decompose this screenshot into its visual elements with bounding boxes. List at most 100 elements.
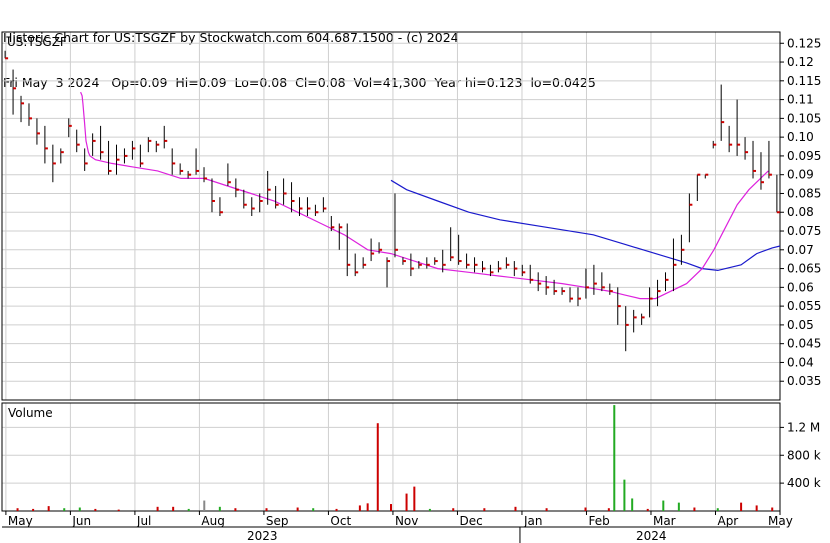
price-bar bbox=[537, 272, 542, 292]
price-bar bbox=[179, 163, 184, 175]
volume-bar bbox=[32, 508, 35, 511]
volume-bar bbox=[156, 506, 159, 511]
price-bar bbox=[617, 287, 621, 325]
price-tick-label: 0.065 bbox=[787, 262, 821, 276]
price-bar bbox=[569, 287, 574, 303]
price-tick-label: 0.125 bbox=[787, 36, 821, 50]
price-bar bbox=[426, 257, 430, 269]
volume-bar bbox=[265, 508, 268, 511]
price-bar bbox=[672, 238, 677, 292]
volume-bar bbox=[94, 508, 97, 511]
price-tick-label: 0.105 bbox=[787, 111, 821, 125]
volume-bar bbox=[405, 493, 408, 511]
price-bar bbox=[36, 118, 40, 145]
volume-label: Volume bbox=[8, 406, 53, 420]
price-bar bbox=[12, 69, 17, 115]
price-bar bbox=[641, 313, 645, 325]
price-bar bbox=[322, 197, 327, 213]
price-bar bbox=[314, 204, 319, 216]
volume-bar bbox=[63, 508, 66, 511]
price-bar bbox=[521, 264, 526, 277]
volume-bar bbox=[584, 507, 587, 511]
volume-bar bbox=[716, 508, 719, 511]
price-bar bbox=[466, 253, 470, 269]
price-bar bbox=[633, 309, 637, 333]
ma-short-line bbox=[80, 91, 769, 300]
volume-bar bbox=[452, 508, 455, 511]
month-label: Mar bbox=[653, 514, 676, 528]
price-tick-label: 0.035 bbox=[787, 374, 821, 388]
volume-bar bbox=[677, 502, 680, 511]
volume-tick-label: 1.2 M bbox=[787, 420, 820, 434]
price-bar bbox=[561, 287, 566, 295]
price-bar bbox=[338, 223, 343, 250]
price-bar bbox=[251, 197, 255, 216]
volume-bar bbox=[740, 502, 743, 511]
price-bar bbox=[601, 272, 605, 292]
price-bar bbox=[418, 261, 422, 269]
price-bar bbox=[123, 148, 128, 164]
price-bar bbox=[155, 140, 160, 153]
price-bar bbox=[696, 173, 701, 201]
price-bar bbox=[147, 137, 152, 153]
price-bar bbox=[108, 140, 112, 175]
x-axis: May Jun Jul Aug Sep Oct Nov Dec Jan Feb Mar Apr May 2… bbox=[2, 511, 793, 543]
price-bar bbox=[489, 264, 494, 277]
volume-bar bbox=[296, 507, 299, 511]
price-bar bbox=[386, 257, 391, 288]
month-label: Jul bbox=[136, 514, 151, 528]
price-bar bbox=[394, 193, 398, 258]
volume-bar bbox=[646, 508, 649, 511]
price-tick-label: 0.05 bbox=[787, 318, 814, 332]
price-bar bbox=[664, 272, 669, 292]
year-label: 2024 bbox=[636, 529, 667, 543]
volume-axis: 1.2 M 800 k 400 k bbox=[780, 420, 821, 490]
price-bar bbox=[116, 144, 120, 175]
price-bar bbox=[4, 50, 9, 60]
price-bar bbox=[195, 148, 200, 175]
volume-bar bbox=[172, 506, 175, 511]
price-bar bbox=[100, 125, 104, 160]
price-bar bbox=[362, 257, 367, 269]
price-bar bbox=[219, 197, 223, 216]
price-bar bbox=[171, 148, 176, 175]
volume-bar bbox=[358, 505, 361, 511]
price-bar bbox=[84, 148, 88, 171]
price-bar bbox=[410, 253, 414, 277]
volume-bar bbox=[187, 508, 190, 511]
price-bar bbox=[481, 261, 486, 273]
price-bar bbox=[720, 84, 725, 141]
price-tick-label: 0.06 bbox=[787, 280, 814, 294]
price-tick-label: 0.115 bbox=[787, 74, 821, 88]
price-tick-label: 0.10 bbox=[787, 130, 814, 144]
price-grid bbox=[2, 32, 781, 400]
month-label: Jun bbox=[71, 514, 91, 528]
month-label: Jan bbox=[523, 514, 543, 528]
price-tick-label: 0.055 bbox=[787, 299, 821, 313]
price-bar bbox=[657, 279, 661, 307]
price-bar bbox=[497, 261, 502, 273]
volume-bar bbox=[234, 508, 237, 511]
price-bar bbox=[306, 197, 311, 216]
price-bar bbox=[76, 129, 80, 153]
volume-bar bbox=[376, 423, 379, 511]
price-tick-label: 0.08 bbox=[787, 205, 814, 219]
month-label: Apr bbox=[717, 514, 738, 528]
price-bar bbox=[752, 140, 757, 179]
volume-bar bbox=[631, 498, 634, 511]
volume-bar bbox=[335, 508, 338, 511]
volume-grid bbox=[2, 403, 781, 511]
volume-bar bbox=[514, 506, 517, 511]
price-bar bbox=[760, 152, 764, 190]
volume-bar bbox=[771, 507, 774, 511]
volume-bar bbox=[607, 508, 610, 511]
price-bar bbox=[736, 99, 741, 156]
volume-bar bbox=[203, 500, 206, 511]
price-bar bbox=[211, 178, 215, 213]
price-tick-label: 0.04 bbox=[787, 355, 814, 369]
price-bar bbox=[474, 257, 478, 273]
volume-bar bbox=[78, 507, 81, 511]
price-tick-label: 0.075 bbox=[787, 224, 821, 238]
price-bar bbox=[768, 140, 772, 179]
month-label: May bbox=[768, 514, 793, 528]
